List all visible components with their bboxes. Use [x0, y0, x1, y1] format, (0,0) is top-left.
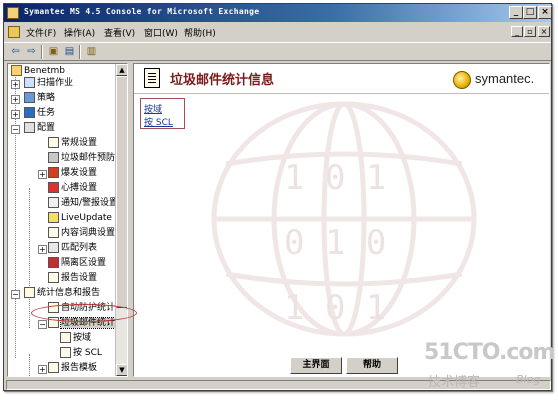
tree-node-liveupdate-settings[interactable]: LiveUpdate 设置: [48, 211, 116, 225]
tasks-icon: [24, 107, 35, 118]
tree-node-general-settings[interactable]: 常规设置: [48, 136, 97, 150]
tree-connector: [29, 188, 30, 328]
expand-toggle-tasks[interactable]: +: [11, 110, 20, 119]
document-icon: [24, 287, 35, 298]
show-hide-tree-icon[interactable]: ▤: [62, 45, 77, 59]
collapse-toggle-spam-statistics[interactable]: −: [38, 320, 47, 329]
document-icon: [48, 272, 59, 283]
menu-view[interactable]: 查看(V): [104, 26, 135, 39]
tree-vertical-scrollbar[interactable]: ▲ ▼: [115, 64, 127, 376]
quarantine-icon: [48, 257, 59, 268]
tree-node-outbreak-settings[interactable]: 爆发设置: [48, 166, 97, 180]
mdi-document-icon[interactable]: [8, 26, 20, 38]
mdi-close-button[interactable]: ×: [538, 26, 550, 37]
scroll-up-arrow-icon[interactable]: ▲: [116, 64, 127, 76]
expand-toggle-report-templates[interactable]: +: [38, 365, 47, 374]
document-icon: [48, 227, 59, 238]
document-icon: [48, 137, 59, 148]
tree-node-by-scl[interactable]: 按 SCL: [60, 346, 102, 360]
menu-help[interactable]: 帮助(H): [184, 26, 216, 39]
page-title: 垃圾邮件统计信息: [170, 73, 275, 88]
document-icon: [60, 347, 71, 358]
up-folder-icon[interactable]: ▣: [46, 45, 61, 59]
globe-watermark: 1 0 1 0 1 0 1 0 1: [211, 101, 477, 337]
filter-icon: [48, 152, 59, 163]
scan-jobs-icon: [24, 77, 35, 88]
toolbar-separator: [41, 45, 43, 59]
server-icon: [11, 65, 22, 76]
collapse-toggle-statistics[interactable]: −: [11, 290, 20, 299]
home-button[interactable]: 主界面: [290, 357, 342, 374]
expand-toggle-scan-jobs[interactable]: +: [11, 80, 20, 89]
scroll-down-arrow-icon[interactable]: ▼: [116, 364, 127, 376]
policies-icon: [24, 92, 35, 103]
outbreak-icon: [48, 167, 59, 178]
liveupdate-icon: [48, 212, 59, 223]
tree-node-notification-settings[interactable]: 通知/警报设置: [48, 196, 116, 210]
close-button[interactable]: ×: [538, 6, 552, 19]
tree-node-spam-prevention-settings[interactable]: 垃圾邮件预防设置: [48, 151, 116, 165]
tree-node-configuration[interactable]: 配置: [24, 121, 55, 135]
maximize-button[interactable]: □: [523, 6, 537, 19]
collapse-toggle-configuration[interactable]: −: [11, 125, 20, 134]
tree-node-content-dictionary[interactable]: 内容词典设置: [48, 226, 115, 240]
svg-text:1 0 1: 1 0 1: [284, 288, 386, 328]
tree-node-heartbeat-settings[interactable]: 心搏设置: [48, 181, 97, 195]
window-title: Symantec MS 4.5 Console for Microsoft Ex…: [24, 7, 260, 16]
menu-bar: 文件(F) 操作(A) 查看(V) 窗口(W) 帮助(H) _ ▫ ×: [4, 23, 551, 41]
menu-action[interactable]: 操作(A): [64, 26, 95, 39]
tree-node-quarantine-settings[interactable]: 隔离区设置: [48, 256, 106, 270]
scroll-thumb[interactable]: [116, 76, 127, 308]
expand-toggle-match-lists[interactable]: +: [38, 245, 47, 254]
configuration-icon: [24, 122, 35, 133]
annotation-highlight: [31, 304, 137, 322]
status-bar: [6, 380, 551, 390]
content-pane: 1 0 1 0 1 0 1 0 1 垃圾邮件统计信息 symantec. 按域 …: [133, 63, 550, 377]
tree-node-match-lists[interactable]: 匹配列表: [48, 241, 97, 255]
tree-node-tasks[interactable]: 任务: [24, 106, 55, 120]
svg-text:0 1 0: 0 1 0: [284, 223, 386, 263]
mdi-restore-button[interactable]: ▫: [524, 26, 536, 37]
tree-node-by-domain[interactable]: 按域: [60, 331, 91, 345]
console-window: Symantec MS 4.5 Console for Microsoft Ex…: [3, 3, 552, 391]
tree-node-scan-jobs[interactable]: 扫描作业: [24, 76, 73, 90]
link-by-domain[interactable]: 按域: [144, 102, 162, 115]
title-bar[interactable]: Symantec MS 4.5 Console for Microsoft Ex…: [4, 4, 552, 22]
toolbar: ⇦ ⇨ ▣ ▤ ▥: [4, 42, 551, 61]
toolbar-separator: [79, 45, 81, 59]
link-by-scl[interactable]: 按 SCL: [144, 115, 173, 128]
document-icon: [48, 362, 59, 373]
report-document-icon: [144, 68, 160, 88]
properties-icon[interactable]: ▥: [84, 45, 99, 59]
forward-arrow-icon[interactable]: ⇨: [24, 45, 39, 59]
tree-node-report-templates[interactable]: 报告模板: [48, 361, 97, 375]
tree-node-report-settings[interactable]: 报告设置: [48, 271, 97, 285]
menu-file[interactable]: 文件(F): [26, 26, 56, 39]
back-arrow-icon[interactable]: ⇦: [8, 45, 23, 59]
app-icon: [7, 7, 19, 19]
expand-toggle-outbreak[interactable]: +: [38, 170, 47, 179]
menu-window[interactable]: 窗口(W): [144, 26, 178, 39]
expand-toggle-policies[interactable]: +: [11, 95, 20, 104]
heart-icon: [48, 182, 59, 193]
list-icon: [48, 242, 59, 253]
document-icon: [60, 332, 71, 343]
symantec-logo: symantec.: [453, 70, 543, 90]
bell-icon: [48, 197, 59, 208]
svg-text:1 0 1: 1 0 1: [284, 158, 386, 198]
minimize-button[interactable]: _: [509, 6, 523, 19]
tree-node-statistics-reports[interactable]: 统计信息和报告: [24, 286, 100, 300]
tree-node-policies[interactable]: 策略: [24, 91, 55, 105]
tree-connector: [29, 354, 30, 376]
navigation-tree[interactable]: Benetmb + 扫描作业 + 策略 + 任务 − 配置 常规设置 垃圾邮件预…: [7, 63, 128, 377]
content-header: 垃圾邮件统计信息 symantec.: [134, 64, 549, 94]
tree-items: Benetmb + 扫描作业 + 策略 + 任务 − 配置 常规设置 垃圾邮件预…: [8, 64, 116, 376]
mdi-minimize-button[interactable]: _: [511, 26, 523, 37]
symantec-logo-icon: [453, 71, 471, 89]
help-button[interactable]: 帮助: [346, 357, 398, 374]
